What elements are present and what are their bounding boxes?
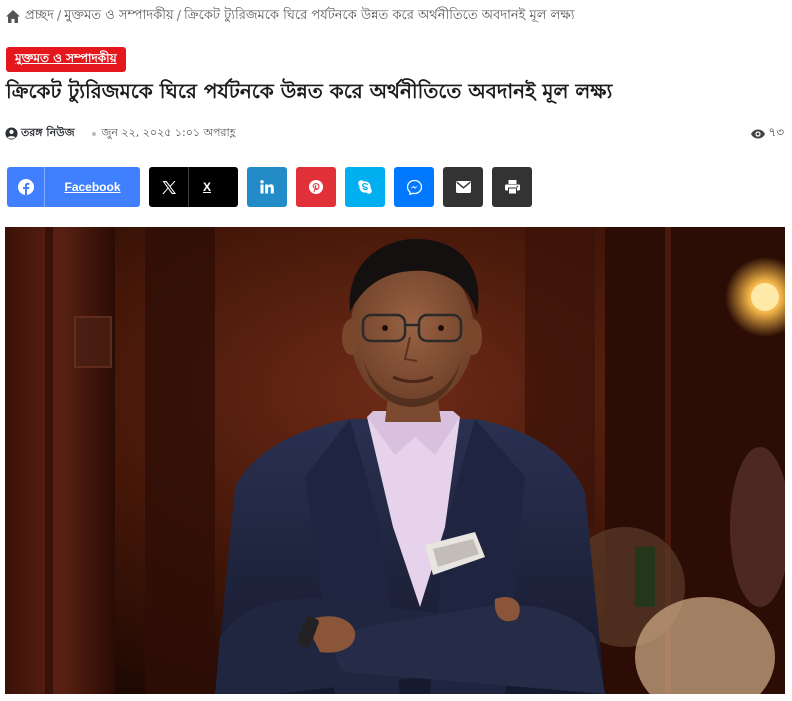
category-badge[interactable]: মুক্তমত ও সম্পাদকীয়	[6, 47, 126, 72]
share-x-label: X	[203, 180, 212, 194]
share-linkedin-button[interactable]	[247, 167, 287, 207]
envelope-icon	[455, 181, 471, 193]
share-facebook-button[interactable]: Facebook	[7, 167, 140, 207]
skype-icon	[358, 180, 372, 194]
user-icon	[5, 127, 18, 140]
messenger-icon	[406, 179, 422, 195]
breadcrumb-separator: /	[176, 8, 181, 24]
breadcrumb: প্রচ্ছদ / মুক্তমত ও সম্পাদকীয় / ক্রিকেট…	[6, 6, 575, 26]
share-email-button[interactable]	[443, 167, 483, 207]
view-count: ৭৩	[751, 124, 784, 144]
meta-separator-dot	[91, 131, 96, 136]
share-skype-button[interactable]	[345, 167, 385, 207]
printer-icon	[504, 180, 520, 194]
featured-image	[5, 227, 785, 694]
breadcrumb-current: ক্রিকেট ট্যুরিজমকে ঘিরে পর্যটনকে উন্নত ক…	[184, 7, 575, 23]
author-link[interactable]: তরঙ্গ নিউজ	[5, 124, 75, 143]
x-icon	[161, 180, 176, 194]
article-title: ক্রিকেট ট্যুরিজমকে ঘিরে পর্যটনকে উন্নত ক…	[6, 79, 613, 103]
facebook-icon	[17, 179, 34, 195]
breadcrumb-separator: /	[56, 8, 62, 24]
share-messenger-button[interactable]	[394, 167, 434, 207]
share-bar: Facebook X	[7, 167, 541, 207]
publish-date: জুন ২২, ২০২৫ ১:০১ অপরাহ্ণ	[101, 126, 236, 139]
breadcrumb-home-link[interactable]: প্রচ্ছদ	[25, 6, 54, 27]
article-meta: তরঙ্গ নিউজ জুন ২২, ২০২৫ ১:০১ অপরাহ্ণ	[5, 124, 235, 143]
home-icon[interactable]	[6, 9, 20, 23]
portrait-illustration	[5, 227, 785, 694]
linkedin-icon	[260, 180, 274, 194]
eye-icon	[751, 129, 766, 139]
share-x-button[interactable]: X	[149, 167, 238, 207]
pinterest-icon	[309, 180, 323, 194]
share-pinterest-button[interactable]	[296, 167, 336, 207]
breadcrumb-category-link[interactable]: মুক্তমত ও সম্পাদকীয়	[64, 6, 173, 27]
author-name: তরঙ্গ নিউজ	[21, 126, 75, 139]
print-button[interactable]	[492, 167, 532, 207]
view-count-value: ৭৩	[768, 125, 784, 139]
share-facebook-label: Facebook	[64, 180, 121, 194]
